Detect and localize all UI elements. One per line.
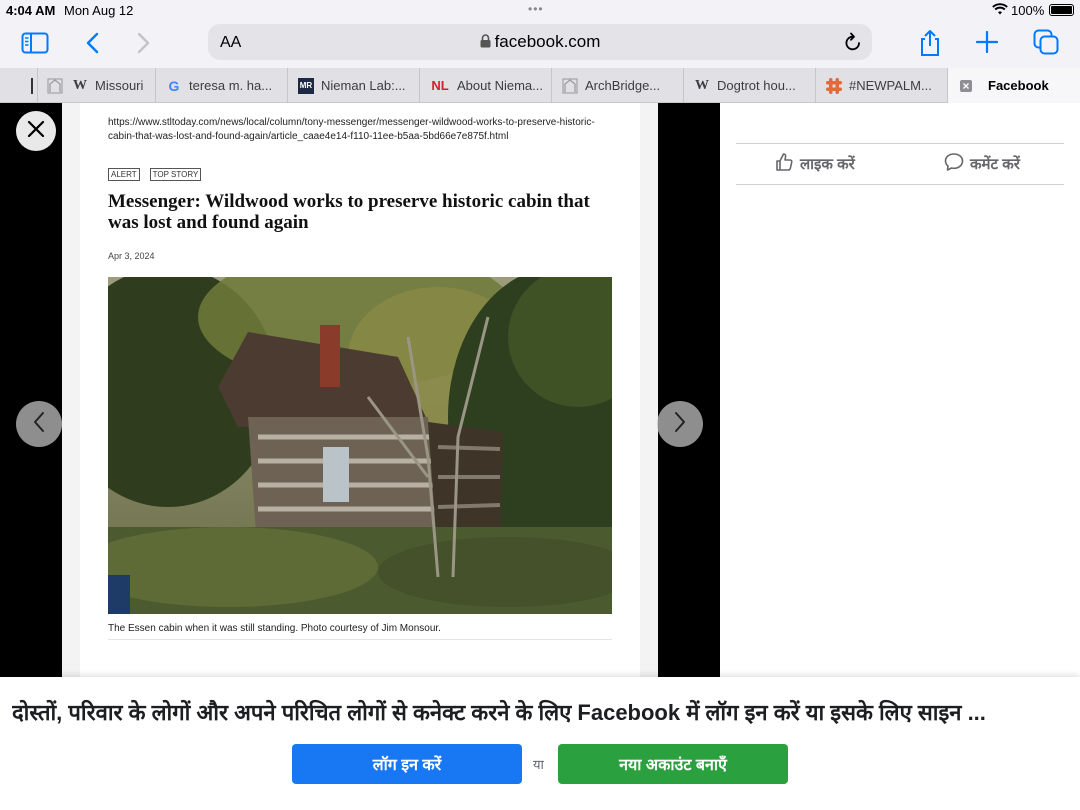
multitasking-dots-icon[interactable]: ••• [528, 2, 544, 16]
battery-icon [1049, 4, 1074, 16]
close-tab-icon[interactable] [958, 78, 974, 94]
slack-icon [826, 77, 842, 94]
nl-icon: NL [431, 78, 449, 93]
like-label: लाइक करें [800, 156, 855, 173]
tab-label: #NEWPALM... [849, 78, 932, 93]
battery-level [1051, 6, 1072, 14]
thumbs-up-icon [774, 152, 800, 176]
login-button[interactable]: लॉग इन करें [292, 744, 522, 784]
address-bar[interactable]: AA facebook.com [208, 24, 872, 60]
cabin-photo [108, 277, 612, 614]
article-tag: ALERT [108, 168, 140, 181]
tab-pinned[interactable] [0, 68, 38, 103]
mr-icon: MR [298, 77, 314, 94]
like-button[interactable]: लाइक करें [774, 144, 855, 184]
tab-label: Dogtrot hou... [717, 78, 796, 93]
browser-toolbar: AA facebook.com [0, 20, 1080, 68]
next-photo-button[interactable] [657, 401, 703, 447]
divider [108, 639, 612, 640]
comment-label: कमेंट करें [970, 156, 1020, 173]
url-text: facebook.com [494, 32, 601, 51]
article-tags: ALERT TOP STORY [108, 168, 202, 181]
tab-teresa[interactable]: G teresa m. ha... [156, 68, 288, 103]
lock-icon [480, 33, 491, 53]
wikipedia-icon: W [695, 77, 709, 93]
tab-about-nieman[interactable]: NL About Niema... [420, 68, 552, 103]
comment-button[interactable]: कमेंट करें [944, 144, 1020, 184]
article-date: Apr 3, 2024 [108, 251, 155, 261]
url-display[interactable]: facebook.com [208, 32, 872, 53]
wikipedia-icon: W [73, 77, 87, 93]
tab-archbridge[interactable]: ArchBridge... [552, 68, 684, 103]
chevron-right-icon [673, 411, 687, 438]
tab-strip: W Missouri G teresa m. ha... MR Nieman L… [0, 68, 1080, 103]
forward-icon[interactable] [132, 30, 156, 56]
tab-dogtrot[interactable]: W Dogtrot hou... [684, 68, 816, 103]
login-prompt-text: दोस्तों, परिवार के लोगों और अपने परिचित … [12, 700, 986, 725]
tab-label: Facebook [988, 78, 1049, 93]
article-url: https://www.stltoday.com/news/local/colu… [108, 117, 595, 142]
status-bar: 4:04 AM Mon Aug 12 ••• 100% [0, 0, 1080, 20]
photo-viewer: https://www.stltoday.com/news/local/colu… [0, 103, 720, 677]
create-account-button[interactable]: नया अकाउंट बनाएँ [558, 744, 788, 784]
tab-label: teresa m. ha... [189, 78, 273, 93]
chevron-left-icon [32, 411, 46, 438]
tab-missouri[interactable]: W Missouri [38, 68, 156, 103]
tab-label: About Niema... [457, 78, 543, 93]
article-screenshot: https://www.stltoday.com/news/local/colu… [80, 103, 640, 677]
share-icon[interactable] [916, 27, 944, 59]
close-viewer-button[interactable] [16, 111, 56, 151]
post-details-panel: लाइक करें कमेंट करें [720, 103, 1080, 677]
post-actions: लाइक करें कमेंट करें [736, 143, 1064, 185]
sidebar-icon[interactable] [20, 30, 50, 56]
or-separator: या [533, 757, 544, 772]
tab-label: Nieman Lab:... [321, 78, 406, 93]
tab-nieman-lab[interactable]: MR Nieman Lab:... [288, 68, 420, 103]
status-time: 4:04 AM [6, 3, 56, 18]
tab-label: ArchBridge... [585, 78, 661, 93]
pin-tab-icon [30, 77, 33, 94]
reload-icon[interactable] [844, 32, 862, 57]
battery-percent: 100% [1011, 3, 1045, 18]
status-date: Mon Aug 12 [64, 3, 134, 18]
tab-newpalm[interactable]: #NEWPALM... [816, 68, 948, 103]
photo-caption: The Essen cabin when it was still standi… [108, 623, 441, 634]
article-title: Messenger: Wildwood works to preserve hi… [108, 191, 590, 233]
shared-photo[interactable]: https://www.stltoday.com/news/local/colu… [62, 103, 658, 677]
wifi-icon [992, 2, 1008, 19]
comment-icon [944, 152, 970, 176]
new-tab-icon[interactable] [974, 29, 1000, 55]
login-banner: दोस्तों, परिवार के लोगों और अपने परिचित … [0, 677, 1080, 810]
back-icon[interactable] [80, 30, 104, 56]
close-icon [27, 120, 45, 143]
tab-facebook[interactable]: Facebook [948, 68, 1080, 103]
tab-label: Missouri [95, 78, 144, 93]
previous-photo-button[interactable] [16, 401, 62, 447]
google-icon: G [168, 77, 180, 94]
article-tag: TOP STORY [149, 168, 202, 181]
arch-icon [562, 78, 578, 94]
tabs-icon[interactable] [1032, 28, 1060, 56]
arch-icon [47, 78, 63, 94]
